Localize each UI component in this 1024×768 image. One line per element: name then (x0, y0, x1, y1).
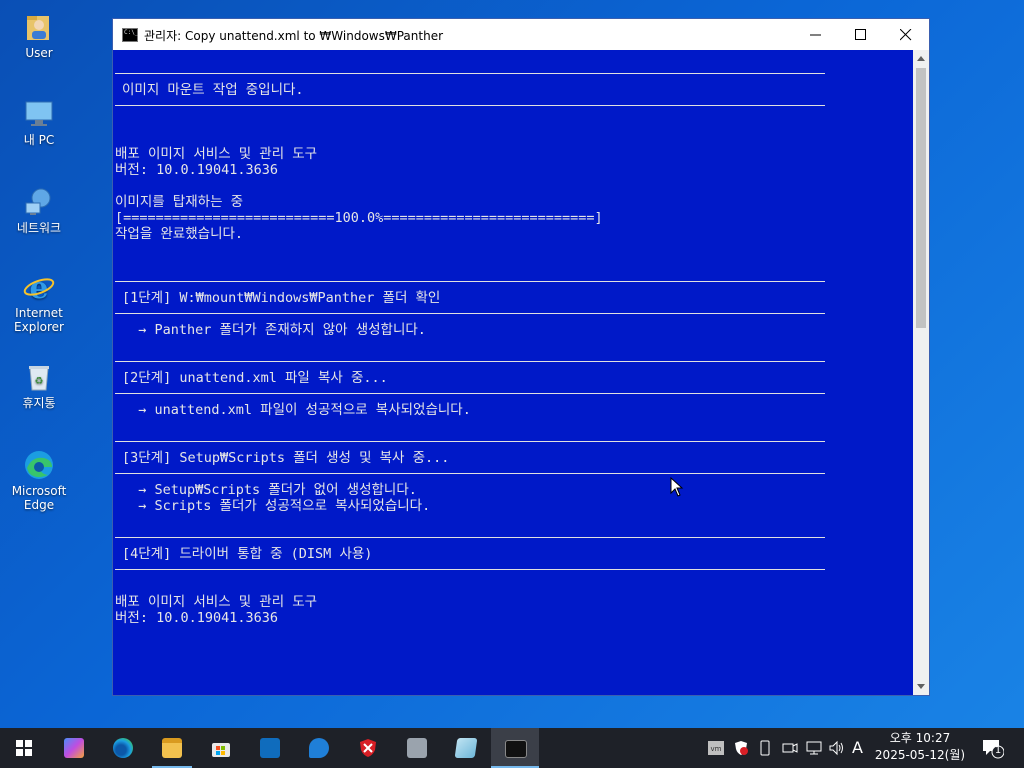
taskbar-file-explorer[interactable] (148, 728, 196, 768)
maximize-icon (855, 29, 866, 40)
security-tray-icon[interactable] (733, 740, 749, 756)
scroll-down-icon[interactable] (917, 684, 925, 689)
desktop-icon-network[interactable]: 네트워크 (8, 185, 70, 235)
desktop-icon-user[interactable]: User (8, 10, 70, 60)
console-line: → Panther 폴더가 존재하지 않아 생성합니다. (122, 322, 426, 338)
separator-line (115, 73, 825, 74)
console-output[interactable]: 이미지 마운트 작업 중입니다. 배포 이미지 서비스 및 관리 도구 버전: … (113, 50, 913, 695)
desktop-icon-internet-explorer[interactable]: e Internet Explorer (8, 270, 70, 334)
console-line: 이미지 마운트 작업 중입니다. (122, 82, 304, 98)
taskbar-outlook[interactable] (246, 728, 294, 768)
mouse-cursor-icon (670, 477, 684, 497)
defender-icon (309, 738, 329, 758)
internet-explorer-icon: e (22, 270, 56, 306)
copilot-icon (64, 738, 84, 758)
separator-line (115, 281, 825, 282)
notepad-icon (454, 738, 478, 758)
separator-line (115, 361, 825, 362)
clock-time: 오후 10:27 (889, 731, 951, 745)
network-tray-icon[interactable] (806, 740, 822, 756)
step-header: [1단계] W:₩mount₩Windows₩Panther 폴더 확인 (122, 290, 441, 306)
desktop-icon-label: Internet Explorer (14, 306, 64, 334)
desktop-icon-label: 내 PC (23, 133, 55, 147)
console-line: → Scripts 폴더가 성공적으로 복사되었습니다. (122, 498, 431, 514)
network-icon (22, 185, 56, 219)
taskbar-clock[interactable]: 오후 10:27 2025-05-12(월) (868, 730, 972, 764)
windows-logo-icon (16, 740, 32, 756)
taskbar-notepad[interactable] (442, 728, 490, 768)
svg-text:e: e (29, 271, 48, 304)
outlook-icon (260, 738, 280, 758)
separator-line (115, 537, 825, 538)
usb-device-icon[interactable] (759, 740, 771, 756)
edge-icon (22, 448, 56, 482)
taskbar-security-app[interactable] (344, 728, 392, 768)
svg-text:vm: vm (711, 745, 722, 753)
taskbar-command-prompt[interactable] (491, 728, 539, 768)
taskbar-copilot[interactable] (50, 728, 98, 768)
step-header: [3단계] Setup₩Scripts 폴더 생성 및 복사 중... (122, 450, 450, 466)
taskbar-app-installer[interactable] (393, 728, 441, 768)
desktop-icon-label: 휴지통 (22, 396, 56, 410)
recycle-bin-icon: ♻ (22, 360, 56, 394)
microsoft-store-icon (212, 743, 230, 757)
taskbar-edge[interactable] (99, 728, 147, 768)
console-line: 이미지를 탑재하는 중 (115, 194, 244, 210)
notification-center-button[interactable]: 1 (980, 736, 1005, 760)
desktop-icon-this-pc[interactable]: 내 PC (8, 97, 70, 147)
step-header: [4단계] 드라이버 통합 중 (DISM 사용) (122, 546, 373, 562)
scroll-up-icon[interactable] (917, 56, 925, 61)
notification-count: 1 (994, 745, 1002, 756)
taskbar-defender[interactable] (295, 728, 343, 768)
edge-icon (113, 738, 133, 758)
vertical-scrollbar[interactable] (913, 50, 929, 695)
desktop-icon-label: 네트워크 (16, 221, 62, 235)
minimize-button[interactable] (793, 19, 839, 50)
desktop-icon-label: Microsoft Edge (11, 484, 67, 512)
computer-icon (22, 97, 56, 131)
camera-icon[interactable] (782, 740, 798, 756)
command-prompt-icon (505, 740, 527, 758)
separator-line (115, 105, 825, 106)
file-explorer-icon (162, 738, 182, 758)
vm-tools-icon[interactable]: vm (708, 741, 724, 755)
clock-date: 2025-05-12(월) (874, 748, 966, 762)
console-line: 작업을 완료했습니다. (115, 226, 244, 242)
separator-line (115, 441, 825, 442)
separator-line (115, 393, 825, 394)
separator-line (115, 473, 825, 474)
close-button[interactable] (883, 19, 929, 50)
command-prompt-icon (122, 28, 138, 42)
separator-line (115, 569, 825, 570)
console-line: 버전: 10.0.19041.3636 (115, 162, 279, 178)
console-line: → Setup₩Scripts 폴더가 없어 생성합니다. (122, 482, 417, 498)
maximize-button[interactable] (838, 19, 884, 50)
scrollbar-thumb[interactable] (916, 68, 926, 328)
start-button[interactable] (0, 728, 48, 768)
step-header: [2단계] unattend.xml 파일 복사 중... (122, 370, 388, 386)
console-line: 버전: 10.0.19041.3636 (115, 610, 279, 626)
input-method-indicator[interactable]: A (852, 738, 863, 757)
console-line: 배포 이미지 서비스 및 관리 도구 (115, 594, 318, 610)
window-titlebar[interactable]: 관리자: Copy unattend.xml to ₩Windows₩Panth… (113, 19, 929, 50)
taskbar-microsoft-store[interactable] (197, 728, 245, 768)
console-line: 배포 이미지 서비스 및 관리 도구 (115, 146, 318, 162)
close-icon (900, 29, 912, 41)
red-shield-x-icon (360, 739, 376, 757)
user-folder-icon (22, 10, 56, 44)
desktop-icon-label: User (25, 46, 53, 60)
taskbar: vm A 오후 10:27 2025-05-12(월) 1 (0, 728, 1024, 768)
installer-icon (407, 738, 427, 758)
volume-icon[interactable] (829, 740, 845, 756)
desktop-icon-microsoft-edge[interactable]: Microsoft Edge (8, 448, 70, 512)
minimize-icon (810, 34, 821, 36)
desktop-icon-recycle-bin[interactable]: ♻ 휴지통 (8, 360, 70, 410)
svg-text:♻: ♻ (35, 376, 44, 387)
window-title: 관리자: Copy unattend.xml to ₩Windows₩Panth… (144, 29, 444, 43)
console-line: → unattend.xml 파일이 성공적으로 복사되었습니다. (122, 402, 471, 418)
separator-line (115, 313, 825, 314)
console-window[interactable]: 관리자: Copy unattend.xml to ₩Windows₩Panth… (112, 18, 930, 696)
progress-bar-text: [==========================100.0%=======… (115, 210, 603, 226)
